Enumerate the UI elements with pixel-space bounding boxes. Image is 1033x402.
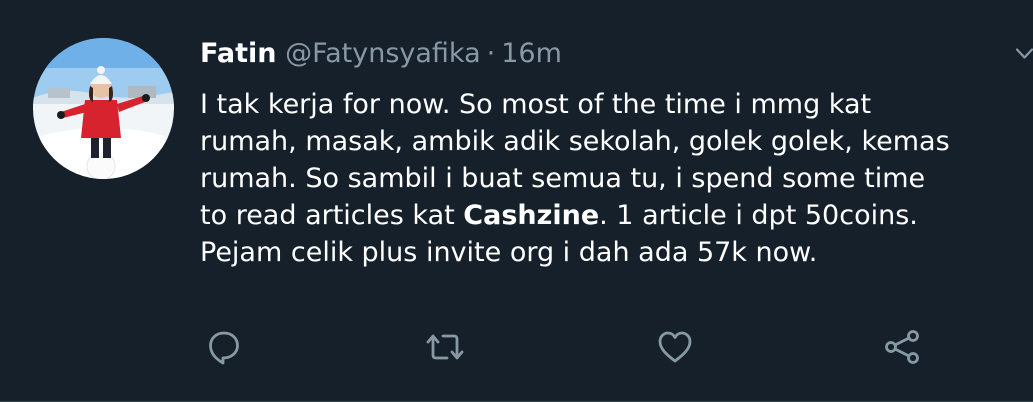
retweet-icon[interactable]	[425, 327, 465, 367]
reply-icon[interactable]	[204, 327, 244, 367]
like-icon[interactable]	[655, 327, 695, 367]
tweet-text: I tak kerja for now. So most of the time…	[200, 86, 1033, 271]
avatar[interactable]	[33, 38, 174, 179]
chevron-down-icon[interactable]	[1016, 48, 1033, 60]
share-icon[interactable]	[882, 327, 922, 367]
timestamp[interactable]: 16m	[501, 38, 562, 69]
author-handle[interactable]: @Fatynsyafika	[285, 38, 481, 69]
tweet-actions	[0, 327, 1033, 367]
tweet-text-line: Pejam celik plus invite org i dah ada 57…	[200, 237, 818, 268]
tweet-text-line: to read articles kat Cashzine. 1 article…	[200, 200, 918, 231]
tweet-text-line: rumah. So sambil i buat semua tu, i spen…	[200, 163, 926, 194]
author-name[interactable]: Fatin	[200, 38, 276, 69]
avatar-photo	[33, 38, 174, 179]
tweet-header: Fatin @Fatynsyafika · 16m	[200, 34, 562, 74]
tweet-card[interactable]: Fatin @Fatynsyafika · 16m I tak kerja for …	[0, 0, 1033, 402]
tweet-text-line: I tak kerja for now. So most of the time…	[200, 89, 872, 120]
header-separator: ·	[486, 38, 496, 69]
mention-cashzine: Cashzine	[463, 200, 600, 231]
tweet-text-line: rumah, masak, ambik adik sekolah, golek …	[200, 126, 950, 157]
